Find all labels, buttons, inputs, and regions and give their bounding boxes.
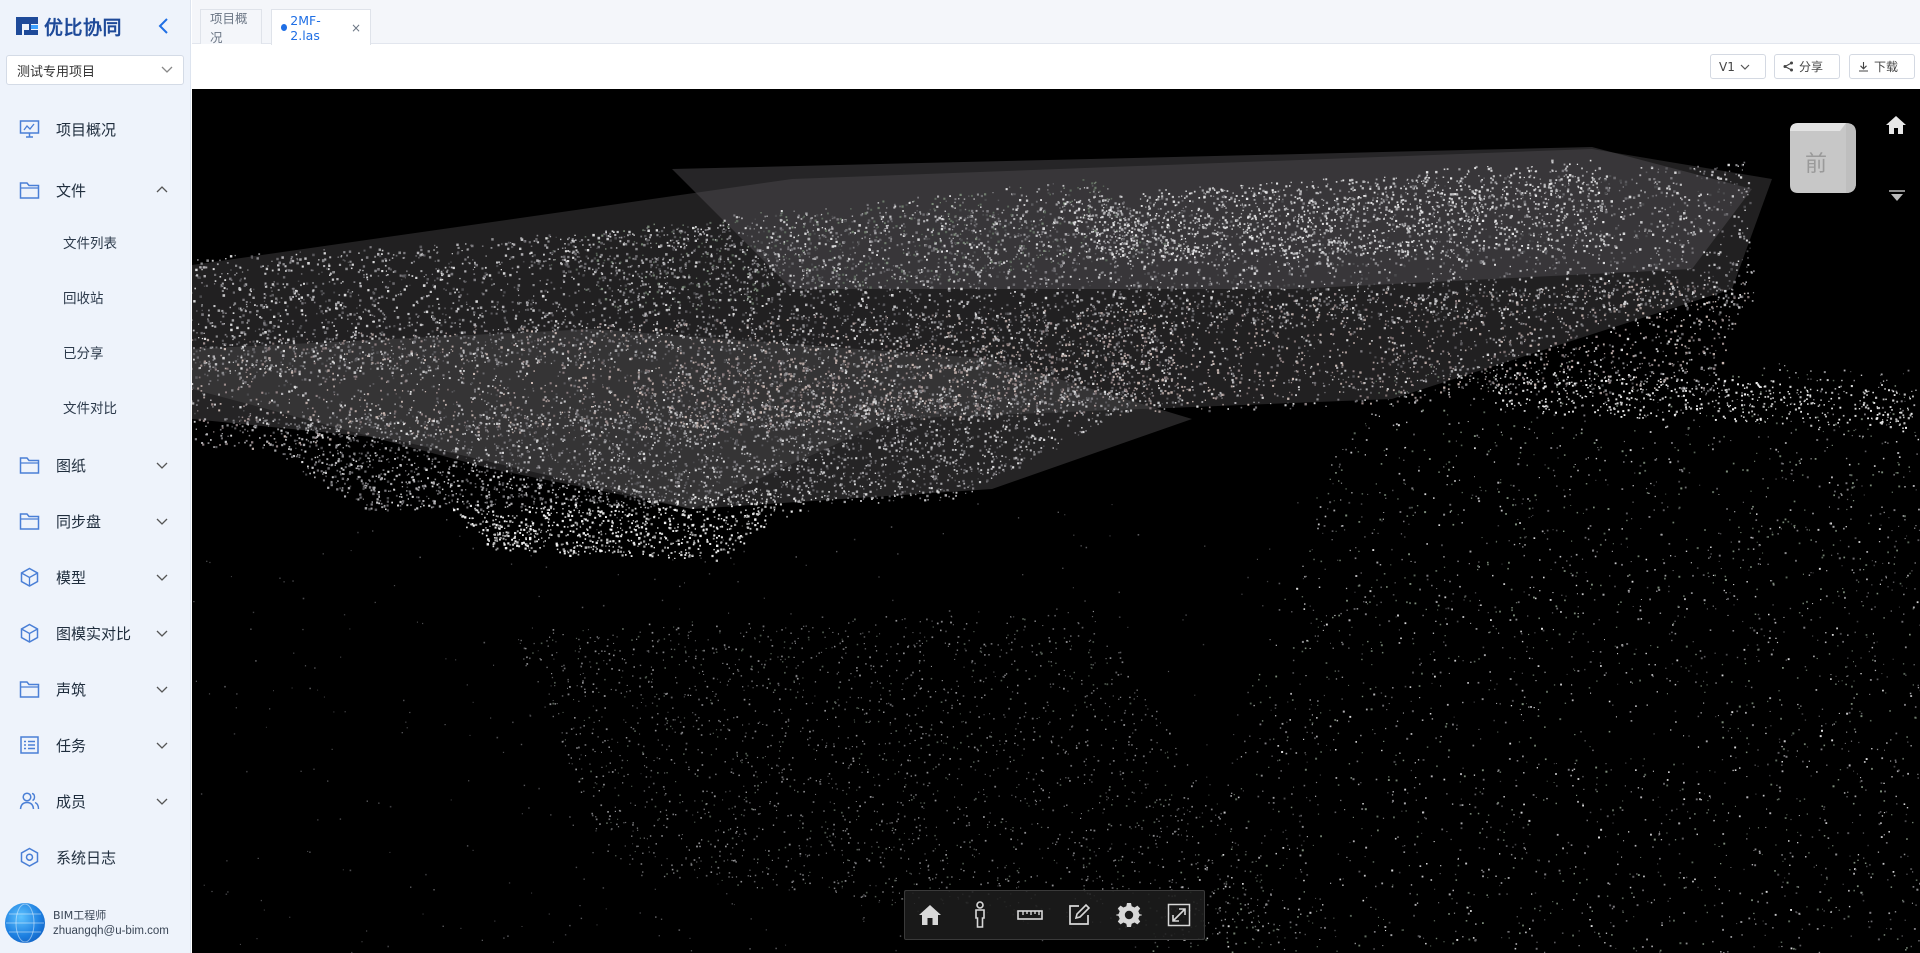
logo-icon <box>14 15 40 37</box>
folder-icon <box>19 511 40 531</box>
home-view-button[interactable] <box>905 891 955 939</box>
sidebar-item-files[interactable]: 文件 <box>0 170 191 210</box>
viewer-toolbar: V1 分享 下载 <box>192 45 1920 89</box>
chevron-down-icon <box>156 460 168 470</box>
settings-button[interactable] <box>1104 891 1154 939</box>
tab-label: 2MF-2.las <box>290 13 344 43</box>
sidebar-subitem-file-list[interactable]: 文件列表 <box>0 224 191 260</box>
download-button[interactable]: 下载 <box>1849 54 1915 79</box>
avatar <box>5 903 45 943</box>
sidebar: 优比协同 测试专用项目 项目概况 文件 文件列表 回收站 已分享 文件对比 图纸… <box>0 0 191 953</box>
sidebar-subitem-label: 回收站 <box>63 287 104 307</box>
version-select[interactable]: V1 <box>1710 54 1766 79</box>
sidebar-item-tasks[interactable]: 任务 <box>0 725 191 765</box>
sidebar-subitem-recycle-bin[interactable]: 回收站 <box>0 279 191 315</box>
share-button[interactable]: 分享 <box>1774 54 1840 79</box>
view-cube-icon: 前 <box>1776 121 1860 201</box>
sidebar-item-models[interactable]: 模型 <box>0 557 191 597</box>
tab-project-overview[interactable]: 项目概况 <box>200 9 262 44</box>
sidebar-item-label: 文件 <box>56 180 86 201</box>
sidebar-subitem-label: 已分享 <box>63 342 104 362</box>
sidebar-item-label: 图纸 <box>56 455 86 476</box>
close-icon[interactable]: × <box>351 21 361 35</box>
sidebar-item-label: 同步盘 <box>56 511 101 532</box>
sidebar-item-drawings[interactable]: 图纸 <box>0 445 191 485</box>
task-list-icon <box>19 735 40 755</box>
viewer-bottom-toolbar <box>904 890 1205 940</box>
logo-text: 优比协同 <box>44 13 122 40</box>
sidebar-subitem-shared[interactable]: 已分享 <box>0 334 191 370</box>
version-value: V1 <box>1719 60 1735 74</box>
sidebar-item-label: 项目概况 <box>56 119 116 140</box>
home-icon <box>1884 113 1908 137</box>
tab-label: 项目概况 <box>210 8 252 46</box>
collapse-sidebar-button[interactable] <box>156 16 172 36</box>
chevron-down-icon <box>161 65 173 75</box>
chevron-down-icon <box>156 684 168 694</box>
view-cube[interactable]: 前 <box>1776 121 1860 201</box>
point-cloud-viewer[interactable]: 前 <box>192 89 1920 953</box>
chevron-down-icon <box>156 796 168 806</box>
share-icon <box>1783 61 1794 72</box>
person-walk-icon <box>970 901 990 929</box>
sidebar-item-system-log[interactable]: 系统日志 <box>0 837 191 877</box>
fullscreen-button[interactable] <box>1154 891 1204 939</box>
sidebar-item-members[interactable]: 成员 <box>0 781 191 821</box>
sidebar-item-label: 图模实对比 <box>56 623 131 644</box>
reset-view-home-button[interactable] <box>1884 113 1908 137</box>
view-cube-menu-button[interactable] <box>1888 189 1906 201</box>
users-icon <box>19 791 40 811</box>
monitor-icon <box>19 119 40 139</box>
sidebar-subitem-label: 文件对比 <box>63 397 117 417</box>
share-label: 分享 <box>1799 58 1823 75</box>
active-dot-icon <box>281 24 287 31</box>
caret-down-icon <box>1888 190 1906 202</box>
sidebar-subitem-file-compare[interactable]: 文件对比 <box>0 389 191 425</box>
gear-icon <box>1116 902 1142 928</box>
sidebar-item-overview[interactable]: 项目概况 <box>0 109 191 149</box>
sidebar-item-label: 成员 <box>56 791 86 812</box>
user-email: zhuangqh@u-bim.com <box>53 925 169 937</box>
cube-icon <box>19 623 40 643</box>
project-selector-value: 测试专用项目 <box>17 61 95 80</box>
view-cube-face-label: 前 <box>1805 152 1827 177</box>
home-icon <box>917 903 943 927</box>
download-icon <box>1858 61 1869 72</box>
ruler-icon <box>1017 908 1043 922</box>
tab-2mf-2-las[interactable]: 2MF-2.las × <box>271 9 371 45</box>
measure-button[interactable] <box>1005 891 1055 939</box>
folder-icon <box>19 180 40 200</box>
chevron-down-icon <box>1740 63 1750 71</box>
chevron-down-icon <box>156 516 168 526</box>
chevron-down-icon <box>156 628 168 638</box>
sidebar-subitem-label: 文件列表 <box>63 232 117 252</box>
sidebar-item-label: 任务 <box>56 735 86 756</box>
chevron-down-icon <box>156 572 168 582</box>
point-cloud-canvas[interactable] <box>192 89 1920 953</box>
cube-icon <box>19 567 40 587</box>
project-selector[interactable]: 测试专用项目 <box>6 55 184 85</box>
sidebar-item-sync-drive[interactable]: 同步盘 <box>0 501 191 541</box>
chevron-down-icon <box>156 740 168 750</box>
user-profile[interactable]: BIM工程师 zhuangqh@u-bim.com <box>5 902 187 944</box>
sidebar-item-label: 模型 <box>56 567 86 588</box>
folder-icon <box>19 455 40 475</box>
fullscreen-icon <box>1167 903 1191 927</box>
settings-hex-icon <box>19 847 40 867</box>
folder-icon <box>19 679 40 699</box>
chevron-left-icon <box>156 16 172 36</box>
walk-mode-button[interactable] <box>955 891 1005 939</box>
download-label: 下载 <box>1874 58 1898 75</box>
annotate-button[interactable] <box>1054 891 1104 939</box>
tab-bar: 项目概况 2MF-2.las × <box>192 0 1920 44</box>
sidebar-item-model-compare[interactable]: 图模实对比 <box>0 613 191 653</box>
sidebar-item-label: 系统日志 <box>56 847 116 868</box>
app-logo[interactable]: 优比协同 <box>14 12 122 40</box>
annotate-icon <box>1067 903 1091 927</box>
chevron-up-icon <box>156 185 168 195</box>
sidebar-item-label: 声筑 <box>56 679 86 700</box>
sidebar-item-acoustics[interactable]: 声筑 <box>0 669 191 709</box>
globe-icon <box>5 903 45 943</box>
user-role: BIM工程师 <box>53 907 106 923</box>
